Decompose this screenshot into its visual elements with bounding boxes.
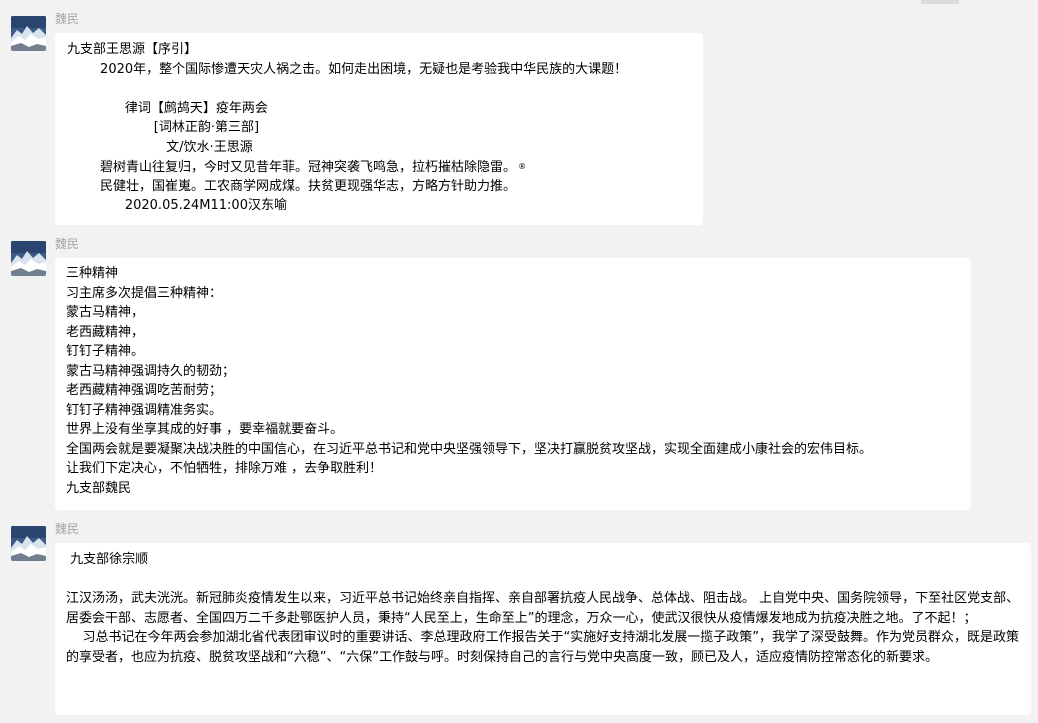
- message-bubble[interactable]: 九支部徐宗顺 江汉汤汤，武夫洸洸。新冠肺炎疫情发生以来，习近平总书记始终亲自指挥…: [55, 543, 1031, 715]
- message-line: [67, 79, 691, 99]
- sender-name: 魏民: [55, 522, 80, 536]
- message-line: 九支部魏民: [66, 480, 132, 496]
- message-bubble[interactable]: 九支部王思源【序引】 2020年，整个国际惨遭天灾人祸之击。如何走出困境，无疑也…: [55, 33, 703, 225]
- message-line: 民健壮，国崔嵬。工农商学网成煤。扶贫更现强华志，方略方针助力推。: [67, 178, 517, 194]
- message-line: [词林正韵·第三部]: [67, 120, 260, 135]
- mountain-snow-avatar-icon[interactable]: [11, 526, 46, 561]
- message-line: 三种精神: [66, 266, 119, 281]
- message-line: 让我们下定决心，不怕牺牲，排除万难 ，去争取胜利！: [66, 461, 383, 476]
- message-title: 九支部徐宗顺: [66, 552, 149, 567]
- message-line-with-mark: 碧树青山往复归，今时又见昔年菲。冠神突袭飞鸣急，拉朽摧枯除隐雷。 ®: [67, 157, 691, 177]
- message-paragraph: 习总书记在今年两会参加湖北省代表团审议时的重要讲话、李总理政府工作报告关于“实施…: [66, 630, 1020, 665]
- message-line: 钉钉子精神强调精准务实。: [66, 402, 223, 418]
- message-line: 律词【鹧鸪天】疫年两会: [67, 100, 268, 116]
- message-line: 老西藏精神，: [66, 324, 145, 340]
- sender-name: 魏民: [55, 12, 80, 26]
- mountain-snow-avatar-icon[interactable]: [11, 16, 46, 51]
- message-line: 2020.05.24M11:00汉东喻: [67, 198, 287, 213]
- message-line: 全国两会就是要凝聚决战决胜的中国信心，在习近平总书记和党中央坚强领导下，坚决打赢…: [66, 441, 873, 457]
- top-scroll-tab[interactable]: [921, 0, 959, 4]
- message-line: 文/饮水·王思源: [67, 139, 253, 155]
- sender-name: 魏民: [55, 237, 80, 251]
- message-line: 蒙古马精神强调持久的韧劲；: [66, 363, 236, 379]
- message-line: 2020年，整个国际惨遭天灾人祸之击。如何走出困境，无疑也是考验我中华民族的大课…: [67, 61, 628, 77]
- message-line: 习主席多次提倡三种精神：: [66, 285, 223, 301]
- message-line: 老西藏精神强调吃苦耐劳；: [66, 383, 223, 398]
- message-line: 蒙古马精神，: [66, 305, 145, 320]
- message-line: 碧树青山往复归，今时又见昔年菲。冠神突袭飞鸣急，拉朽摧枯除隐雷。: [67, 160, 517, 175]
- message-bubble[interactable]: 三种精神 习主席多次提倡三种精神： 蒙古马精神， 老西藏精神， 钉钉子精神。 蒙…: [55, 258, 971, 510]
- message-line: 钉钉子精神。: [66, 344, 145, 359]
- registered-mark: ®: [518, 162, 527, 171]
- mountain-snow-avatar-icon[interactable]: [11, 241, 46, 276]
- message-line: 世界上没有坐享其成的好事 ，要幸福就要奋斗。: [66, 422, 344, 437]
- message-paragraph: 江汉汤汤，武夫洸洸。新冠肺炎疫情发生以来，习近平总书记始终亲自指挥、亲自部署抗疫…: [66, 591, 1020, 626]
- message-line: 九支部王思源【序引】: [67, 42, 198, 57]
